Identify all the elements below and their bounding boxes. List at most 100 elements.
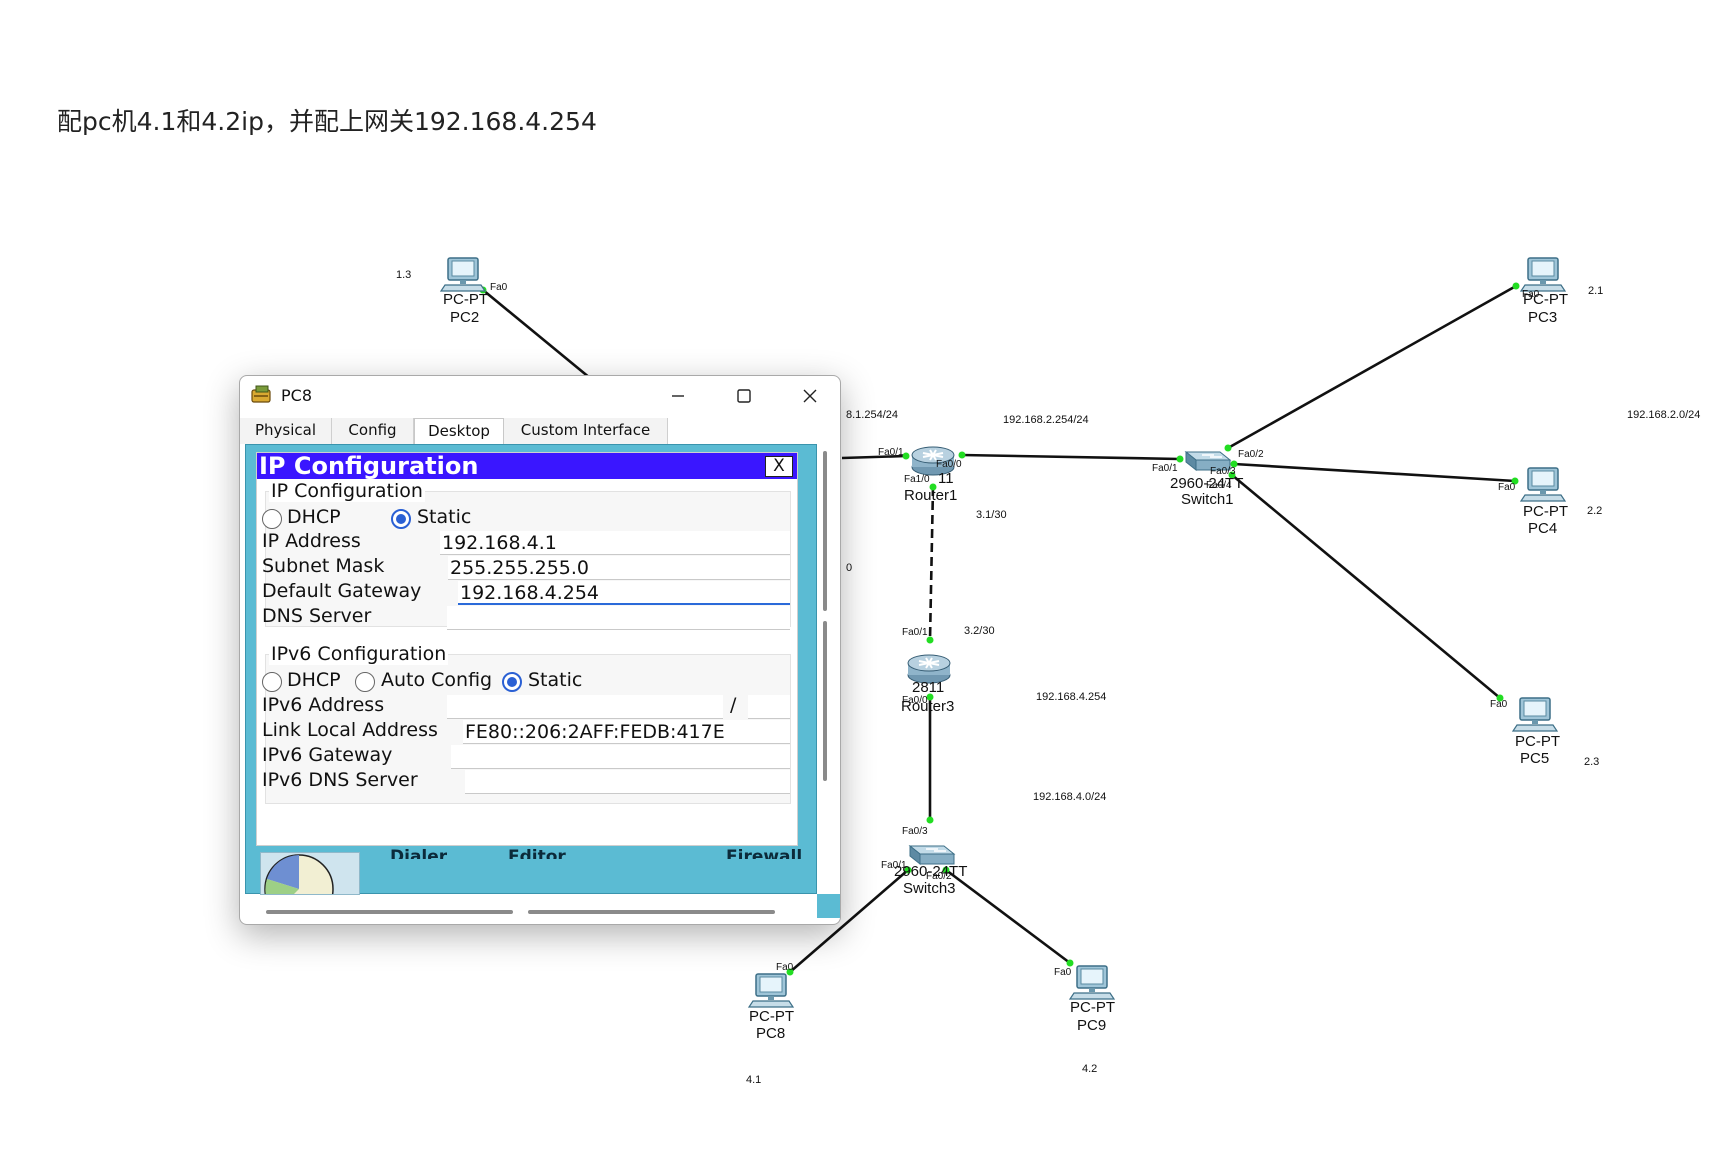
minimize-button[interactable] [656, 380, 700, 412]
link-router1-switch1 [961, 453, 1181, 461]
label-partial: 0 [846, 562, 852, 574]
device-pc9[interactable]: Fa0 PC-PT PC9 4.2 [1054, 965, 1115, 1075]
ip-config-titlebar: IP Configuration X [257, 453, 797, 479]
pc8-name: PC8 [756, 1025, 785, 1042]
pc-icon [1069, 965, 1115, 1000]
pc4-port: Fa0 [1498, 482, 1516, 493]
link-switch3-pc9 [945, 868, 1071, 965]
device-pc3[interactable]: Fa0 PC-PT PC3 2.1 [1520, 257, 1603, 326]
maximize-icon [737, 389, 751, 403]
ip-configuration-panel: IP Configuration X IP Configuration DHCP… [256, 452, 798, 846]
ipv6-dhcp-radio[interactable] [262, 672, 282, 692]
pc5-note: 2.3 [1584, 756, 1599, 768]
pc9-port: Fa0 [1054, 967, 1072, 978]
tab-custom-interface[interactable]: Custom Interface [504, 418, 668, 444]
pc2-name: PC2 [450, 309, 479, 326]
pc8-type: PC-PT [749, 1008, 794, 1025]
ipv4-dhcp-radio[interactable] [262, 509, 282, 529]
tab-desktop[interactable]: Desktop [414, 418, 504, 444]
ipv6-group-label: IPv6 Configuration [269, 643, 449, 665]
pc9-type: PC-PT [1070, 999, 1115, 1016]
window-titlebar[interactable]: PC8 [240, 376, 840, 416]
pc2-type: PC-PT [443, 291, 488, 308]
ip-config-close-button[interactable]: X [765, 456, 793, 477]
maximize-button[interactable] [722, 380, 766, 412]
close-button[interactable] [788, 380, 832, 412]
pc3-note: 2.1 [1588, 285, 1603, 297]
ipv6-static-label: Static [528, 669, 583, 691]
ipv6-address-field[interactable] [447, 695, 723, 719]
router1-port-fa0-0: Fa0/0 [936, 459, 962, 470]
switch1-port-fa0-2: Fa0/2 [1238, 449, 1264, 460]
link-pc2-router1 [482, 288, 591, 380]
window-tabs: Physical Config Desktop Custom Interface [240, 418, 840, 444]
label-net4: 192.168.4.0/24 [1033, 791, 1106, 803]
label-net4-gateway: 192.168.4.254 [1036, 691, 1106, 703]
tab-physical[interactable]: Physical [240, 418, 332, 444]
link-switch1-pc3 [1227, 284, 1517, 450]
window-title: PC8 [281, 386, 312, 405]
device-pc8[interactable]: Fa0 PC-PT PC8 4.1 [746, 962, 794, 1086]
switch-icon [909, 845, 955, 865]
minimize-icon [672, 395, 684, 397]
scroll-corner [817, 894, 840, 918]
ipv6-gateway-field[interactable] [451, 745, 790, 769]
tab-config[interactable]: Config [332, 418, 414, 444]
label-net2: 192.168.2.0/24 [1627, 409, 1700, 421]
ipv6-gateway-label: IPv6 Gateway [262, 744, 393, 766]
label-net2-gateway: 192.168.2.254/24 [1003, 414, 1089, 426]
ipv4-static-radio[interactable] [391, 509, 411, 529]
ipv4-dhcp-label: DHCP [287, 506, 341, 528]
ip-address-field[interactable]: 192.168.4.1 [440, 531, 790, 555]
ipv4-group-label: IP Configuration [269, 480, 425, 502]
link-switch1-pc5 [1231, 474, 1501, 699]
pc5-port: Fa0 [1490, 699, 1508, 710]
pc-icon [1520, 257, 1566, 292]
ipv6-dns-server-label: IPv6 DNS Server [262, 769, 418, 791]
horizontal-scrollbar[interactable] [266, 908, 786, 916]
ipv6-auto-config-radio[interactable] [355, 672, 375, 692]
default-gateway-field[interactable]: 192.168.4.254 [458, 581, 790, 605]
ipv6-address-label: IPv6 Address [262, 694, 385, 716]
pc4-name: PC4 [1528, 520, 1557, 537]
pc8-note: 4.1 [746, 1074, 761, 1086]
ip-address-label: IP Address [262, 530, 361, 552]
ip-config-title: IP Configuration [259, 452, 479, 480]
pc2-note: 1.3 [396, 269, 411, 281]
device-pc2[interactable]: 1.3 Fa0 PC-PT PC2 [396, 257, 508, 326]
pc4-note: 2.2 [1587, 505, 1602, 517]
pie-app-icon [264, 854, 334, 894]
pc5-type: PC-PT [1515, 733, 1560, 750]
pc-icon [748, 973, 794, 1008]
router3-port-fa0-1: Fa0/1 [902, 627, 928, 638]
router3-name: Router3 [901, 698, 954, 715]
link-switch1-pc4 [1233, 462, 1516, 483]
pc8-port: Fa0 [776, 962, 794, 973]
label-link-r3: 3.2/30 [964, 625, 995, 637]
vertical-scrollbar[interactable] [821, 451, 829, 891]
link-local-address-label: Link Local Address [262, 719, 438, 741]
switch1-port-fa0-4: Fa0/4 [1206, 480, 1232, 491]
dns-server-field[interactable] [447, 606, 790, 630]
firewall-label: Firewall [726, 847, 803, 859]
ipv6-dns-server-field[interactable] [465, 770, 790, 794]
link-router1-router3 [928, 486, 935, 641]
pc8-window[interactable]: PC8 Physical Config Desktop Custom Inter… [239, 375, 841, 925]
router3-model: 2811 [912, 679, 944, 696]
subnet-mask-field[interactable]: 255.255.255.0 [448, 556, 790, 580]
pc3-name: PC3 [1528, 309, 1557, 326]
screenshot-page: 配pc机4.1和4.2ip，并配上网关192.168.4.254 1.3 Fa0… [0, 0, 1711, 1160]
ipv6-static-radio[interactable] [502, 672, 522, 692]
pc3-type: PC-PT [1523, 291, 1568, 308]
pc4-type: PC-PT [1523, 503, 1568, 520]
label-net1-gateway: 8.1.254/24 [846, 409, 898, 421]
device-pc5[interactable]: Fa0 PC-PT PC5 2.3 [1490, 697, 1599, 768]
link-local-address-field[interactable]: FE80::206:2AFF:FEDB:417E [463, 720, 790, 744]
ipv6-prefix-field[interactable] [748, 695, 790, 719]
ipv6-prefix-separator: / [730, 694, 737, 716]
router1-port-fa1-0: Fa1/0 [904, 474, 930, 485]
device-switch3[interactable]: Fa0/3 Fa0/1 2960-24TT Fa0/2 Switch3 [881, 826, 967, 897]
device-router1[interactable]: Fa0/1 Fa0/0 Fa1/0 11 Router1 [878, 446, 962, 504]
app-tile[interactable] [260, 852, 360, 895]
ipv4-static-label: Static [417, 506, 472, 528]
